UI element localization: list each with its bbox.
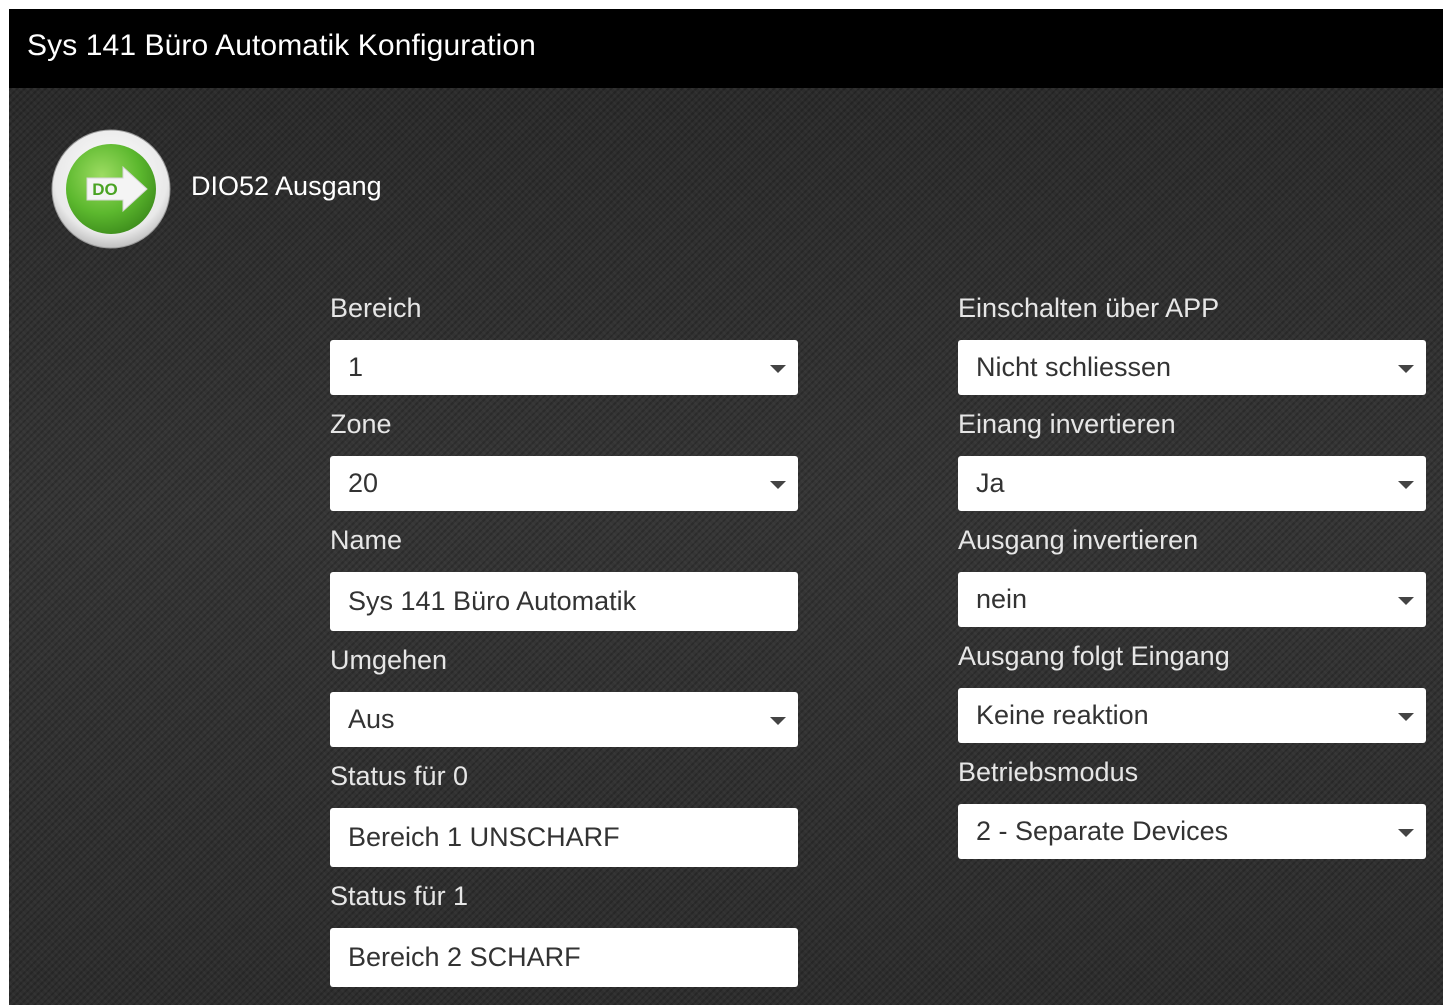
bereich-value: 1 [348, 352, 364, 382]
device-icon-text: DO [92, 180, 118, 199]
ausgang-folgt-eingang-select[interactable]: Keine reaktion [958, 688, 1426, 743]
chevron-down-icon [1398, 364, 1414, 373]
chevron-down-icon [770, 480, 786, 489]
title-bar: Sys 141 Büro Automatik Konfiguration [9, 9, 1443, 88]
label-ausgang-invertieren: Ausgang invertieren [958, 525, 1199, 555]
chevron-down-icon [1398, 480, 1414, 489]
config-panel: Sys 141 Büro Automatik Konfiguration DO … [9, 9, 1443, 1005]
chevron-down-icon [1398, 828, 1414, 837]
label-ausgang-folgt-eingang: Ausgang folgt Eingang [958, 641, 1230, 671]
label-status-0: Status für 0 [330, 761, 469, 791]
ausgang-invertieren-select[interactable]: nein [958, 572, 1426, 627]
betriebsmodus-select[interactable]: 2 - Separate Devices [958, 804, 1426, 859]
label-status-1: Status für 1 [330, 881, 469, 911]
label-betriebsmodus: Betriebsmodus [958, 757, 1139, 787]
bereich-select[interactable]: 1 [330, 340, 798, 395]
umgehen-value: Aus [348, 704, 395, 734]
chevron-down-icon [1398, 712, 1414, 721]
chevron-down-icon [770, 716, 786, 725]
name-input[interactable]: Sys 141 Büro Automatik [330, 572, 798, 631]
status-1-input-value: Bereich 2 SCHARF [348, 942, 581, 972]
ausgang-invertieren-value: nein [976, 584, 1028, 614]
label-zone: Zone [330, 409, 392, 439]
einschalten-app-value: Nicht schliessen [976, 352, 1172, 382]
status-1-input[interactable]: Bereich 2 SCHARF [330, 928, 798, 987]
digital-output-arrow-icon: DO [51, 129, 171, 249]
umgehen-select[interactable]: Aus [330, 692, 798, 747]
label-eingang-invertieren: Einang invertieren [958, 409, 1176, 439]
status-0-input[interactable]: Bereich 1 UNSCHARF [330, 808, 798, 867]
label-einschalten-app: Einschalten über APP [958, 293, 1220, 323]
eingang-invertieren-value: Ja [976, 468, 1005, 498]
device-type-label: DIO52 Ausgang [191, 171, 382, 201]
label-bereich: Bereich [330, 293, 422, 323]
chevron-down-icon [1398, 596, 1414, 605]
betriebsmodus-value: 2 - Separate Devices [976, 816, 1229, 846]
ausgang-folgt-eingang-value: Keine reaktion [976, 700, 1149, 730]
zone-value: 20 [348, 468, 379, 498]
einschalten-app-select[interactable]: Nicht schliessen [958, 340, 1426, 395]
name-input-value: Sys 141 Büro Automatik [348, 586, 637, 616]
eingang-invertieren-select[interactable]: Ja [958, 456, 1426, 511]
page-title: Sys 141 Büro Automatik Konfiguration [27, 29, 536, 62]
chevron-down-icon [770, 364, 786, 373]
label-umgehen: Umgehen [330, 645, 448, 675]
status-0-input-value: Bereich 1 UNSCHARF [348, 822, 620, 852]
zone-select[interactable]: 20 [330, 456, 798, 511]
label-name: Name [330, 525, 403, 555]
